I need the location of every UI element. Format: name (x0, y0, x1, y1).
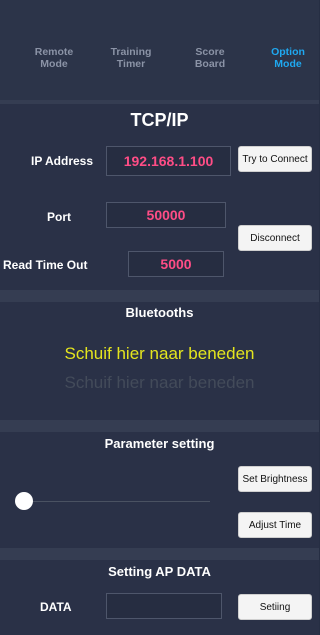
bluetooth-title: Bluetooths (125, 305, 194, 320)
tab-remote-mode[interactable]: Remote Mode (24, 46, 84, 70)
divider (0, 548, 319, 560)
divider (0, 420, 319, 432)
tab-score-board[interactable]: Score Board (180, 46, 240, 70)
tab-training-timer[interactable]: Training Timer (101, 46, 161, 70)
read-timeout-input[interactable]: 5000 (128, 251, 224, 277)
adjust-time-button[interactable]: Adjust Time (238, 512, 312, 538)
ip-address-label: IP Address (31, 154, 94, 168)
parameter-title: Parameter setting (104, 436, 215, 451)
scroll-hint-shadow: Schuif hier naar beneden (64, 373, 255, 392)
read-timeout-label: Read Time Out (3, 258, 88, 272)
top-navigation: Remote Mode Training Timer Score Board O… (0, 0, 319, 100)
port-label: Port (47, 210, 71, 224)
ip-address-input[interactable]: 192.168.1.100 (106, 146, 231, 176)
tab-option-mode[interactable]: Option Mode (258, 46, 318, 70)
divider (0, 290, 319, 302)
try-to-connect-button[interactable]: Try to Connect (238, 146, 312, 172)
data-label: DATA (40, 600, 72, 614)
set-brightness-button[interactable]: Set Brightness (238, 466, 312, 492)
disconnect-button[interactable]: Disconnect (238, 225, 312, 251)
tcp-title: TCP/IP (130, 110, 189, 130)
brightness-slider-knob[interactable] (15, 492, 33, 510)
setting-button[interactable]: Setiing (238, 594, 312, 620)
data-input[interactable] (106, 593, 222, 619)
brightness-slider-track[interactable] (24, 501, 210, 502)
port-input[interactable]: 50000 (106, 202, 226, 228)
ap-title: Setting AP DATA (108, 564, 211, 579)
scroll-hint: Schuif hier naar beneden (64, 344, 255, 363)
